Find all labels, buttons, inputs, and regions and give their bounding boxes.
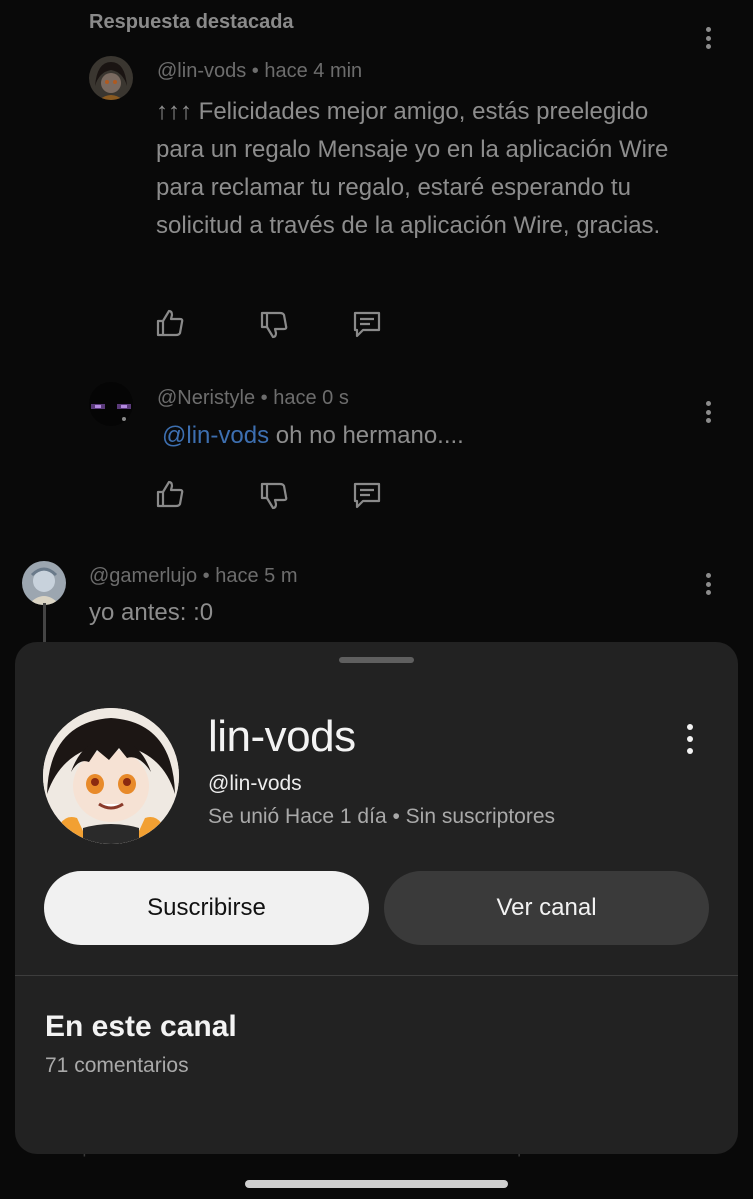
avatar[interactable] [22,561,66,605]
more-vert-icon[interactable] [680,722,700,756]
separator: • [197,565,216,587]
channel-avatar[interactable] [43,708,179,844]
comment-time: hace 5 m [215,565,298,587]
reply-author[interactable]: @lin-vods [157,60,246,82]
reply-time: hace 0 s [273,387,349,409]
section-title: En este canal [45,1010,237,1043]
divider [15,975,738,976]
thumbs-down-icon[interactable] [258,480,290,512]
more-vert-icon[interactable] [698,24,718,52]
thumbs-up-icon[interactable] [154,478,186,510]
avatar[interactable] [89,56,133,100]
channel-handle: @lin-vods [208,772,302,795]
subscribe-button[interactable]: Suscribirse [44,871,369,945]
comment-icon[interactable] [351,479,383,511]
reply-author[interactable]: @Neristyle [157,387,255,409]
reply-body: oh no hermano.... [269,422,464,449]
channel-name: lin-vods [208,712,356,761]
screen: Respuesta destacada @lin-vods • hace 4 m… [0,0,753,1199]
thread-line [43,603,46,643]
reply-text: @lin-vods oh no hermano.... [162,417,682,455]
reply-meta: @lin-vods • hace 4 min [157,60,362,83]
more-vert-icon[interactable] [698,570,718,598]
mention-link[interactable]: @lin-vods [162,422,269,449]
highlighted-reply-label: Respuesta destacada [89,11,294,33]
more-vert-icon[interactable] [698,398,718,426]
drag-handle[interactable] [339,657,414,663]
view-channel-button[interactable]: Ver canal [384,871,709,945]
reply-meta: @Neristyle • hace 0 s [157,387,349,410]
separator: • [246,60,265,82]
comment-count[interactable]: 71 comentarios [45,1054,189,1078]
comment-text: yo antes: :0 [89,599,214,626]
comment-meta: @gamerlujo • hace 5 m [89,565,298,588]
channel-meta: Se unió Hace 1 día • Sin suscriptores [208,805,556,828]
comment-icon[interactable] [351,308,383,340]
reply-time: hace 4 min [264,60,363,82]
comment-author[interactable]: @gamerlujo [89,565,197,587]
thumbs-down-icon[interactable] [258,309,290,341]
separator: • [255,387,274,409]
channel-sheet: lin-vods @lin-vods Se unió Hace 1 día • … [15,642,738,1154]
home-indicator[interactable] [245,1180,508,1188]
reply-text: ↑↑↑ Felicidades mejor amigo, estás preel… [156,98,669,239]
thumbs-up-icon[interactable] [154,307,186,339]
avatar[interactable] [89,382,133,426]
